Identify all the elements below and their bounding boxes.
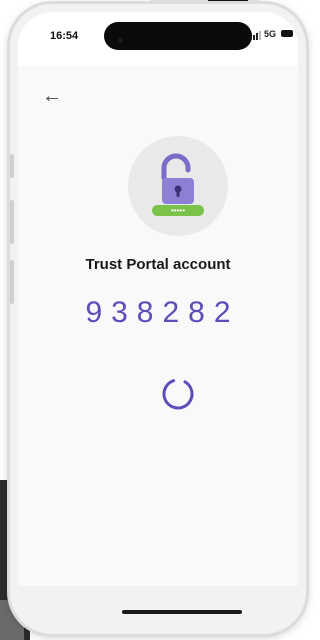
phone-screen: 16:54 5G ← ••••• Trust Portal account 93…	[18, 12, 298, 626]
dynamic-island	[104, 22, 252, 50]
phone-side-button	[10, 260, 14, 304]
phone-side-button	[10, 154, 14, 178]
open-padlock-icon	[161, 153, 194, 204]
password-pill-icon: •••••	[152, 205, 204, 216]
network-label: 5G	[264, 29, 277, 39]
signal-icon	[250, 30, 261, 40]
verification-code: 938282	[85, 296, 240, 329]
account-title: Trust Portal account	[85, 256, 231, 273]
camera-dot	[118, 38, 123, 43]
status-bar: 16:54 5G	[18, 12, 298, 66]
phone-frame: 16:54 5G ← ••••• Trust Portal account 93…	[10, 4, 306, 634]
back-arrow-icon[interactable]: ←	[42, 86, 62, 106]
phone-side-button	[10, 200, 14, 244]
bottom-bar	[18, 586, 298, 626]
battery-icon	[281, 30, 293, 37]
lock-illustration: •••••	[128, 136, 228, 236]
status-time: 16:54	[50, 30, 79, 42]
password-mask: •••••	[170, 206, 185, 215]
loading-spinner-icon	[162, 378, 194, 410]
home-indicator[interactable]	[122, 610, 242, 614]
